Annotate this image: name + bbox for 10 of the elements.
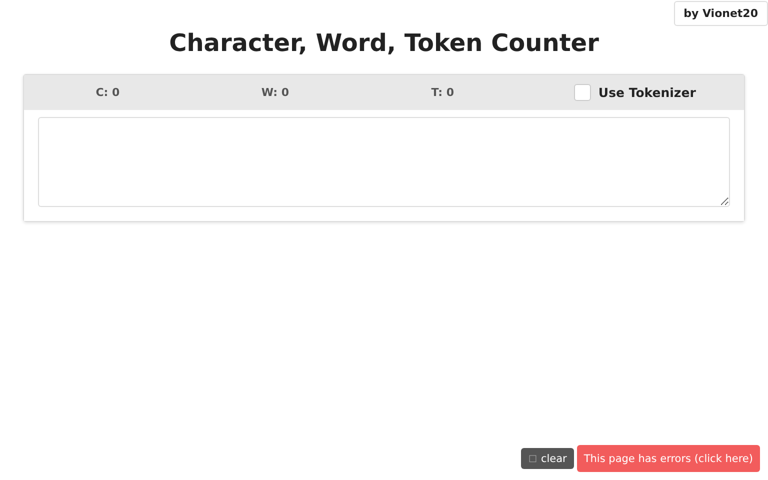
counter-label: C: 0 [96,86,120,99]
clear-button[interactable]: □ clear [521,448,574,469]
tokenizer-label: Use Tokenizer [598,85,696,100]
text-input[interactable] [38,117,730,207]
counter-label: T: 0 [431,86,454,99]
author-badge[interactable]: by Vionet20 [674,1,768,26]
page-title: Character, Word, Token Counter [169,28,599,59]
tokenizer-toggle[interactable]: Use Tokenizer [574,84,696,101]
checkbox[interactable] [574,84,592,101]
counter-label: W: 0 [261,86,289,99]
